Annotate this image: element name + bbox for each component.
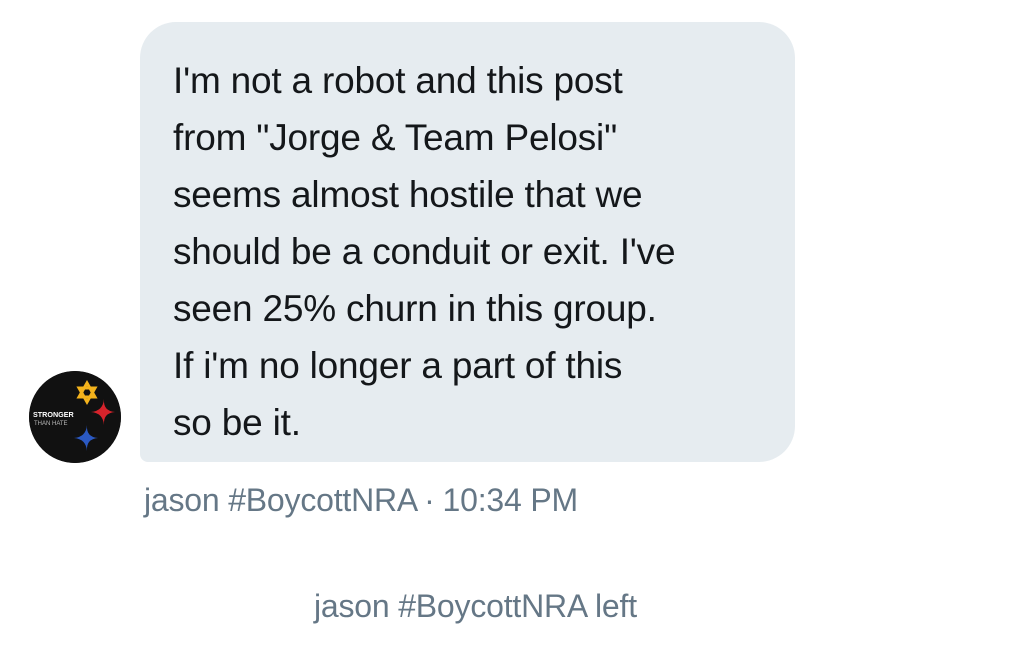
message-meta: jason #BoycottNRA · 10:34 PM [144, 478, 578, 522]
avatar-text-stronger: STRONGER [33, 410, 75, 419]
stronger-than-hate-logo-icon: STRONGER THAN HATE [29, 371, 121, 463]
system-event-left: jason #BoycottNRA left [314, 588, 637, 624]
message-bubble[interactable]: I'm not a robot and this post from "Jorg… [140, 22, 795, 462]
message-timestamp: 10:34 PM [442, 482, 579, 518]
meta-separator: · [424, 482, 435, 518]
avatar[interactable]: STRONGER THAN HATE [29, 371, 121, 463]
avatar-text-than-hate: THAN HATE [34, 421, 68, 427]
message-text: I'm not a robot and this post from "Jorg… [173, 60, 676, 443]
sender-name[interactable]: jason #BoycottNRA [144, 482, 418, 518]
